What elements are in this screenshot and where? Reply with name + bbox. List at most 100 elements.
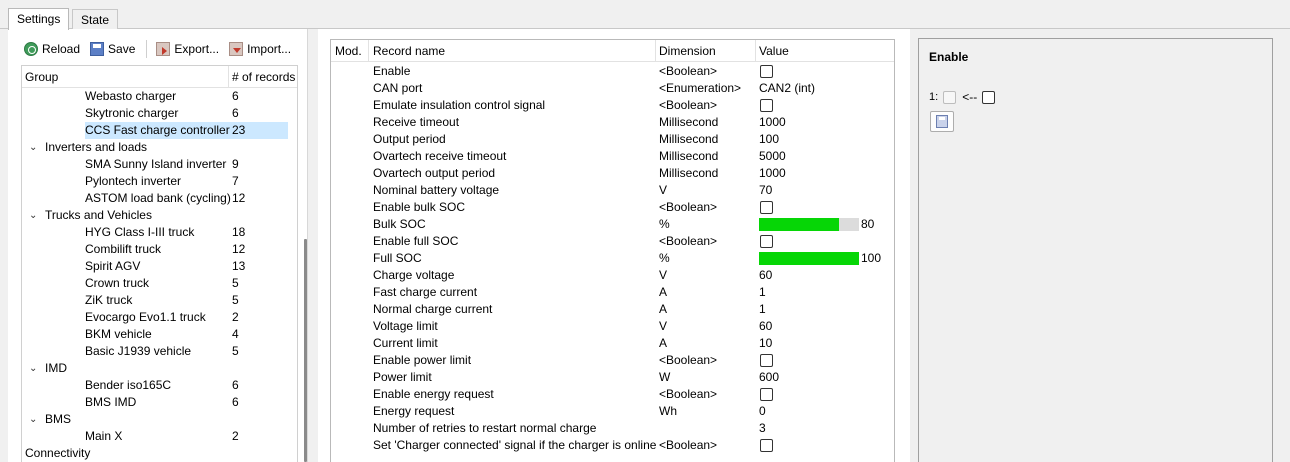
tree-item-count: 6 <box>232 89 239 103</box>
tree-item-count: 5 <box>232 344 239 358</box>
tree-header-count[interactable]: # of records <box>232 70 297 84</box>
record-row[interactable]: Fast charge current A 1 <box>331 284 894 301</box>
tree-item[interactable]: ZiK truck 5 <box>22 292 297 309</box>
tree-item[interactable]: Skytronic charger 6 <box>22 105 297 122</box>
record-value-checkbox[interactable] <box>760 201 773 214</box>
record-value[interactable]: 0 <box>759 403 766 420</box>
record-row[interactable]: Voltage limit V 60 <box>331 318 894 335</box>
export-button[interactable]: Export... <box>152 39 223 59</box>
import-label: Import... <box>247 42 292 56</box>
record-row[interactable]: Emulate insulation control signal <Boolea… <box>331 97 894 114</box>
record-row[interactable]: Energy request Wh 0 <box>331 403 894 420</box>
tree-header-group[interactable]: Group <box>25 70 58 84</box>
record-row[interactable]: Output period Millisecond 100 <box>331 131 894 148</box>
record-value-checkbox[interactable] <box>760 388 773 401</box>
record-value[interactable]: 1 <box>759 284 766 301</box>
record-name: Nominal battery voltage <box>373 183 500 197</box>
grid-header-name[interactable]: Record name <box>373 44 445 58</box>
tree-item[interactable]: Evocargo Evo1.1 truck 2 <box>22 309 297 326</box>
record-value[interactable]: 10 <box>759 335 772 352</box>
record-row[interactable]: Enable <Boolean> <box>331 63 894 80</box>
grid-header-mod[interactable]: Mod. <box>335 44 362 58</box>
record-dimension: V <box>659 319 668 333</box>
tree-scrollbar[interactable] <box>304 239 307 462</box>
tab-settings[interactable]: Settings <box>8 8 70 30</box>
record-row[interactable]: Set 'Charger connected' signal if the ch… <box>331 437 894 454</box>
records-grid[interactable]: Mod. Record name Dimension Value Enable <… <box>330 39 895 462</box>
record-value-checkbox[interactable] <box>760 235 773 248</box>
grid-header-value[interactable]: Value <box>759 44 789 58</box>
tree-item-label: SMA Sunny Island inverter <box>85 157 227 171</box>
new-value-checkbox[interactable] <box>982 90 996 104</box>
expand-chevron-icon[interactable]: ⌄ <box>29 360 37 377</box>
record-row[interactable]: Enable energy request <Boolean> <box>331 386 894 403</box>
record-dimension: <Boolean> <box>659 353 718 367</box>
tree-item[interactable]: ASTOM load bank (cycling) 12 <box>22 190 297 207</box>
record-row[interactable]: Enable full SOC <Boolean> <box>331 233 894 250</box>
record-row[interactable]: Bulk SOC% 80 <box>331 216 894 233</box>
import-button[interactable]: Import... <box>225 39 295 59</box>
record-value[interactable]: CAN2 (int) <box>759 80 815 97</box>
record-row[interactable]: Full SOC% 100 <box>331 250 894 267</box>
record-value-checkbox[interactable] <box>760 354 773 367</box>
record-row[interactable]: Number of retries to restart normal char… <box>331 420 894 437</box>
record-row[interactable]: Enable bulk SOC <Boolean> <box>331 199 894 216</box>
tree-item[interactable]: BKM vehicle 4 <box>22 326 297 343</box>
record-row[interactable]: Current limit A 10 <box>331 335 894 352</box>
record-row[interactable]: Normal charge current A 1 <box>331 301 894 318</box>
record-row[interactable]: Power limit W 600 <box>331 369 894 386</box>
tree-item[interactable]: Webasto charger 6 <box>22 88 297 105</box>
record-row[interactable]: Nominal battery voltage V 70 <box>331 182 894 199</box>
record-value: 80 <box>861 217 875 231</box>
record-value[interactable]: 60 <box>759 267 772 284</box>
record-value[interactable]: 1000 <box>759 165 786 182</box>
tree-item[interactable]: HYG Class I-III truck 18 <box>22 224 297 241</box>
tree-item[interactable]: Combilift truck 12 <box>22 241 297 258</box>
expand-chevron-icon[interactable]: ⌄ <box>29 207 37 224</box>
record-value-checkbox[interactable] <box>760 439 773 452</box>
tree-item[interactable]: Crown truck 5 <box>22 275 297 292</box>
record-value[interactable]: 100 <box>759 131 779 148</box>
tree-group[interactable]: ⌄Connectivity <box>22 445 297 462</box>
record-value[interactable]: 3 <box>759 420 766 437</box>
tree-item[interactable]: Basic J1939 vehicle 5 <box>22 343 297 360</box>
record-row[interactable]: Receive timeout Millisecond 1000 <box>331 114 894 131</box>
tree-item[interactable]: Pylontech inverter 7 <box>22 173 297 190</box>
record-row[interactable]: CAN port <Enumeration> CAN2 (int) <box>331 80 894 97</box>
tree-group[interactable]: ⌄ Trucks and Vehicles <box>22 207 297 224</box>
record-value[interactable]: 60 <box>759 318 772 335</box>
tab-state[interactable]: State <box>72 9 119 29</box>
tree-item[interactable]: CCS Fast charge controller 23 <box>22 122 297 139</box>
record-value-checkbox[interactable] <box>760 99 773 112</box>
expand-chevron-icon[interactable]: ⌄ <box>29 411 37 428</box>
detail-save-button[interactable] <box>930 111 954 132</box>
record-value[interactable]: 1000 <box>759 114 786 131</box>
tree-group[interactable]: ⌄ Inverters and loads <box>22 139 297 156</box>
record-row[interactable]: Enable power limit <Boolean> <box>331 352 894 369</box>
tree-item[interactable]: SMA Sunny Island inverter 9 <box>22 156 297 173</box>
record-value[interactable]: 600 <box>759 369 779 386</box>
tree-item-label: IMD <box>45 361 67 375</box>
record-row[interactable]: Ovartech receive timeout Millisecond 5000 <box>331 148 894 165</box>
record-value[interactable]: 70 <box>759 182 772 199</box>
record-value[interactable]: 1 <box>759 301 766 318</box>
tree-group[interactable]: ⌄ IMD <box>22 360 297 377</box>
record-row[interactable]: Charge voltage V 60 <box>331 267 894 284</box>
reload-button[interactable]: Reload <box>20 39 84 59</box>
record-name: Set 'Charger connected' signal if the ch… <box>373 438 657 452</box>
record-row[interactable]: Ovartech output period Millisecond 1000 <box>331 165 894 182</box>
record-value-checkbox[interactable] <box>760 65 773 78</box>
grid-header-dimension[interactable]: Dimension <box>659 44 716 58</box>
expand-chevron-icon[interactable]: ⌄ <box>29 139 37 156</box>
record-value-bar[interactable] <box>759 252 859 265</box>
tree-group[interactable]: ⌄ BMS <box>22 411 297 428</box>
tree-item[interactable]: Spirit AGV 13 <box>22 258 297 275</box>
tree-item[interactable]: Main X 2 <box>22 428 297 445</box>
tree-item[interactable]: Bender iso165C 6 <box>22 377 297 394</box>
group-tree[interactable]: Group # of records Webasto charger 6 Skytr… <box>21 65 298 462</box>
tree-item[interactable]: BMS IMD 6 <box>22 394 297 411</box>
save-button[interactable]: Save <box>86 39 139 59</box>
record-name: Fast charge current <box>373 285 478 299</box>
record-value-bar[interactable] <box>759 218 859 231</box>
record-value[interactable]: 5000 <box>759 148 786 165</box>
